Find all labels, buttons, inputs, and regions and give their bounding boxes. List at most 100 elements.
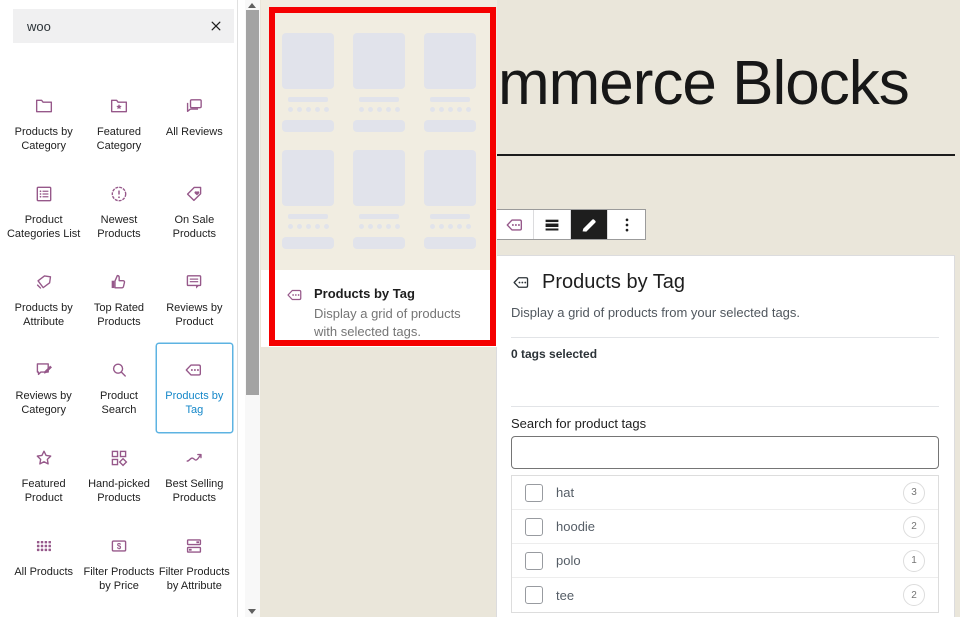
settings-description: Display a grid of products from your sel… [511, 305, 800, 320]
block-item-label: Products by Tag [157, 389, 232, 418]
badge-new-icon [108, 183, 130, 205]
block-item-label: On Sale Products [157, 213, 232, 242]
editor-canvas: mmerce Blocks Products by Tag Display a … [260, 0, 960, 617]
block-item-newest-products[interactable]: Newest Products [81, 168, 156, 256]
block-item-label: Products by Attribute [6, 301, 81, 330]
divider [511, 406, 939, 407]
tag-search-input[interactable] [511, 436, 939, 469]
divider [511, 337, 939, 338]
block-item-reviews-by-category[interactable]: Reviews by Category [6, 344, 81, 432]
scroll-down-icon[interactable] [248, 609, 256, 614]
block-item-label: Filter Products by Attribute [157, 565, 232, 594]
block-item-all-products[interactable]: All Products [6, 520, 81, 608]
tag-option-row-polo[interactable]: polo 1 [512, 544, 938, 578]
preview-description: Display a grid of products with selected… [314, 305, 485, 340]
block-search-box[interactable] [13, 9, 234, 43]
block-item-label: Best Selling Products [157, 477, 232, 506]
thumbs-up-icon [108, 271, 130, 293]
star-icon [33, 447, 55, 469]
scrollbar-thumb[interactable] [246, 10, 259, 395]
block-item-label: Hand-picked Products [81, 477, 156, 506]
block-item-featured-category[interactable]: Featured Category [81, 80, 156, 168]
tag-checkbox[interactable] [525, 552, 543, 570]
block-item-filter-products-by-price[interactable]: $ Filter Products by Price [81, 520, 156, 608]
settings-title: Products by Tag [542, 271, 685, 294]
block-item-product-categories-list[interactable]: Product Categories List [6, 168, 81, 256]
product-placeholder [424, 150, 476, 267]
preview-title: Products by Tag [314, 286, 485, 301]
product-placeholder [424, 33, 476, 150]
block-item-label: Filter Products by Price [81, 565, 156, 594]
tag-name: hoodie [556, 519, 595, 534]
tag-dots-icon [183, 359, 205, 381]
clear-search-icon[interactable] [206, 16, 226, 36]
block-item-products-by-attribute[interactable]: Products by Attribute [6, 256, 81, 344]
tags-icon [33, 271, 55, 293]
edit-mode-button[interactable] [571, 210, 608, 239]
svg-text:$: $ [117, 542, 122, 551]
scrollbar[interactable] [245, 0, 260, 617]
block-item-products-by-category[interactable]: Products by Category [6, 80, 81, 168]
block-item-product-search[interactable]: Product Search [81, 344, 156, 432]
search-icon [108, 359, 130, 381]
align-button[interactable] [534, 210, 571, 239]
options-menu-button[interactable] [608, 210, 645, 239]
block-item-label: Products by Category [6, 125, 81, 154]
product-placeholder [353, 150, 405, 267]
tag-option-row-hoodie[interactable]: hoodie 2 [512, 510, 938, 544]
block-item-label: All Products [14, 565, 73, 579]
block-item-label: Product Categories List [6, 213, 81, 242]
block-grid: Products by Category Featured Category A… [6, 80, 232, 608]
tag-name: tee [556, 588, 574, 603]
tag-list: hat 3 hoodie 2 polo 1 [511, 475, 939, 613]
block-item-hand-picked-products[interactable]: Hand-picked Products [81, 432, 156, 520]
scroll-up-icon[interactable] [248, 3, 256, 8]
block-item-on-sale-products[interactable]: On Sale Products [157, 168, 232, 256]
comments-icon [183, 95, 205, 117]
block-item-label: Reviews by Category [6, 389, 81, 418]
block-search-input[interactable] [25, 18, 206, 35]
product-placeholder [282, 150, 334, 267]
block-editor-window: Products by Category Featured Category A… [0, 0, 960, 617]
separator-divider [497, 154, 955, 156]
block-item-label: Newest Products [81, 213, 156, 242]
blocks-icon [108, 447, 130, 469]
block-item-top-rated-products[interactable]: Top Rated Products [81, 256, 156, 344]
block-item-label: Reviews by Product [157, 301, 232, 330]
block-item-products-by-tag[interactable]: Products by Tag [157, 344, 232, 432]
block-toolbar [496, 209, 646, 240]
page-title: mmerce Blocks [498, 50, 909, 118]
tag-count-badge: 1 [903, 550, 925, 572]
tag-option-row-hat[interactable]: hat 3 [512, 476, 938, 510]
comment-edit-icon [33, 359, 55, 381]
tag-option-row-tee[interactable]: tee 2 [512, 578, 938, 612]
folder-star-icon [108, 95, 130, 117]
block-item-best-selling-products[interactable]: Best Selling Products [157, 432, 232, 520]
block-item-featured-product[interactable]: Featured Product [6, 432, 81, 520]
product-grid-placeholder [261, 0, 497, 270]
tag-name: polo [556, 553, 581, 568]
block-item-reviews-by-product[interactable]: Reviews by Product [157, 256, 232, 344]
tag-name: hat [556, 485, 574, 500]
product-placeholder [282, 33, 334, 150]
block-item-label: Featured Product [6, 477, 81, 506]
block-item-label: Featured Category [81, 125, 156, 154]
tag-checkbox[interactable] [525, 518, 543, 536]
tag-count-badge: 2 [903, 584, 925, 606]
block-item-label: Product Search [81, 389, 156, 418]
block-type-button[interactable] [497, 210, 534, 239]
trend-icon [183, 447, 205, 469]
tags-selected-count: 0 tags selected [511, 347, 597, 361]
tag-search-label: Search for product tags [511, 416, 646, 431]
block-inserter-panel: Products by Category Featured Category A… [0, 0, 238, 617]
block-preview-popover: Products by Tag Display a grid of produc… [261, 0, 497, 347]
tag-checkbox[interactable] [525, 484, 543, 502]
grid-dots-icon [33, 535, 55, 557]
list-icon [33, 183, 55, 205]
folder-icon [33, 95, 55, 117]
settings-header: Products by Tag [511, 271, 685, 294]
block-item-all-reviews[interactable]: All Reviews [157, 80, 232, 168]
tag-count-badge: 2 [903, 516, 925, 538]
tag-checkbox[interactable] [525, 586, 543, 604]
block-item-filter-products-by-attribute[interactable]: Filter Products by Attribute [157, 520, 232, 608]
